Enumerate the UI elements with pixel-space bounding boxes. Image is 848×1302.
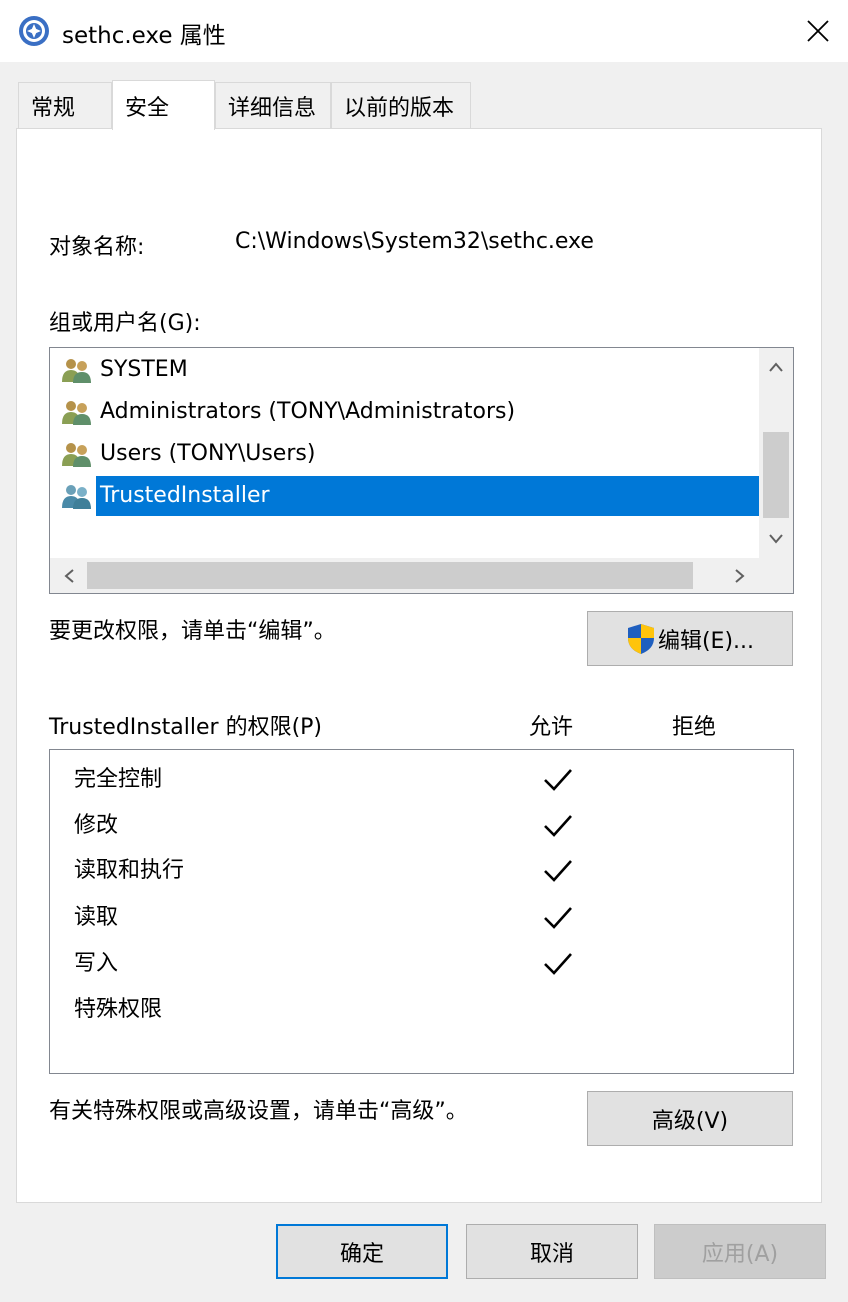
user-group-icon [62,443,91,467]
scroll-thumb[interactable] [763,432,789,518]
permission-row: 写入 [74,951,119,976]
title-bar: sethc.exe 属性 [0,0,848,62]
tab-label: 详细信息 [228,95,317,121]
permission-row: 修改 [74,813,119,838]
tab-details[interactable]: 详细信息 [215,82,331,128]
scroll-down-button[interactable] [759,522,793,556]
tab-general[interactable]: 常规 [18,82,112,128]
permission-row: 特殊权限 [74,997,163,1022]
tab-label: 常规 [31,95,76,121]
deny-column-header: 拒绝 [672,715,717,740]
ok-button[interactable]: 确定 [276,1224,448,1279]
scroll-up-button[interactable] [759,350,793,384]
user-item-trustedinstaller[interactable]: TrustedInstaller [60,476,760,516]
tab-security[interactable]: 安全 [112,80,215,130]
scroll-right-button[interactable] [723,558,757,593]
allow-check-icon [544,769,572,791]
user-item-administrators[interactable]: Administrators (TONY\Administrators) [60,392,519,432]
object-name-value: C:\Windows\System32\sethc.exe [235,229,594,254]
cancel-button[interactable]: 取消 [466,1224,638,1279]
user-list-vertical-scrollbar[interactable] [759,348,793,558]
tab-label: 安全 [125,95,170,121]
user-group-icon [62,401,91,425]
group-or-user-label: 组或用户名(G): [49,311,201,336]
permission-row: 完全控制 [74,767,163,792]
tab-label: 以前的版本 [344,95,455,121]
user-name: Users (TONY\Users) [100,441,316,466]
user-list-horizontal-scrollbar[interactable] [50,558,793,593]
advanced-button-label: 高级(V) [651,1108,729,1134]
user-name: TrustedInstaller [96,476,760,516]
apply-button[interactable]: 应用(A) [654,1224,826,1279]
user-group-icon [62,359,91,383]
ok-button-label: 确定 [339,1241,384,1267]
advanced-hint: 有关特殊权限或高级设置，请单击“高级”。 [49,1099,468,1124]
dialog-client: 常规 安全 详细信息 以前的版本 对象名称: C:\Windows\System… [0,62,848,1302]
chevron-down-icon [769,534,783,544]
close-button[interactable] [788,0,848,62]
edit-hint: 要更改权限，请单击“编辑”。 [49,619,336,644]
allow-check-icon [544,953,572,975]
security-panel: 对象名称: C:\Windows\System32\sethc.exe 组或用户… [16,128,822,1203]
user-name: SYSTEM [100,357,188,382]
tab-previous-versions[interactable]: 以前的版本 [331,82,471,128]
allow-check-icon [544,907,572,929]
scroll-thumb[interactable] [87,562,693,589]
permission-row: 读取和执行 [74,858,185,883]
uac-shield-icon [627,623,654,654]
cancel-button-label: 取消 [529,1241,574,1267]
user-list[interactable]: SYSTEM Administrators (TONY\Administrato… [49,347,794,594]
chevron-right-icon [735,568,745,583]
permissions-list: 完全控制 修改 读取和执行 读取 写入 特殊权限 [49,749,794,1074]
object-name-label: 对象名称: [49,235,145,260]
permission-row: 读取 [74,905,119,930]
user-item-users[interactable]: Users (TONY\Users) [60,434,319,474]
edit-button-label: 编辑(E)... [657,628,755,654]
user-group-icon [62,485,91,509]
window-title: sethc.exe 属性 [62,23,226,49]
edit-button[interactable]: 编辑(E)... [587,611,793,666]
user-item-system[interactable]: SYSTEM [60,350,192,390]
apply-button-label: 应用(A) [701,1241,779,1267]
allow-column-header: 允许 [529,715,574,740]
chevron-up-icon [769,362,783,372]
permissions-label: TrustedInstaller 的权限(P) [49,715,323,740]
advanced-button[interactable]: 高级(V) [587,1091,793,1146]
allow-check-icon [544,860,572,882]
scroll-left-button[interactable] [52,558,86,593]
app-icon [19,16,49,46]
close-icon [807,20,829,42]
chevron-left-icon [64,568,74,583]
allow-check-icon [544,815,572,837]
user-name: Administrators (TONY\Administrators) [100,399,516,424]
